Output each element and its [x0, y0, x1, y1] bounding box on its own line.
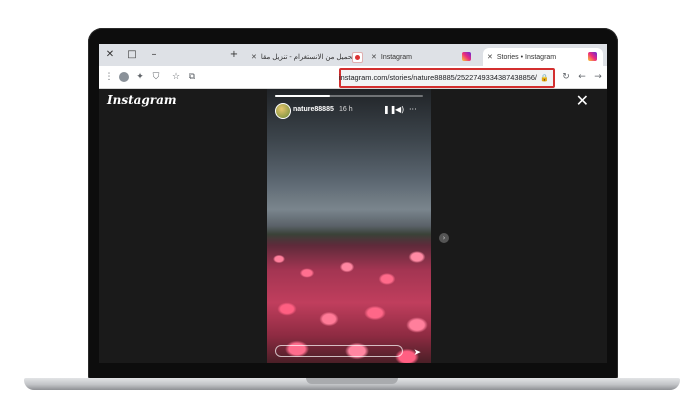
address-bar[interactable]: instagram.com/stories/nature88885/252274… [339, 68, 555, 88]
reply-input[interactable] [275, 345, 403, 357]
reading-list-icon[interactable]: ⧉ [185, 70, 199, 84]
instagram-story-page: Instagram ✕ nature88885 16 h ❚❚ ◀) ··· ➤… [99, 89, 607, 363]
minimize-window-icon[interactable]: – [147, 48, 161, 62]
tab-arabic-downloader[interactable]: ✕ التحميل من الانستغرام - تنزيل مقا [247, 48, 365, 66]
tab-instagram[interactable]: ✕ Instagram [367, 48, 477, 66]
instagram-icon [588, 52, 597, 61]
avatar[interactable] [275, 103, 291, 119]
tab-close-icon[interactable]: ✕ [487, 53, 493, 61]
red-heart-icon [352, 52, 363, 63]
browser-toolbar: ⋮ ✦ ⛉ ☆ ⧉ instagram.com/stories/nature88… [99, 66, 607, 89]
menu-dots-icon[interactable]: ⋮ [102, 70, 116, 84]
forward-icon[interactable]: ← [575, 70, 589, 84]
profile-icon[interactable] [117, 70, 131, 84]
instagram-icon [462, 52, 471, 61]
story-progress-fill [275, 95, 330, 97]
close-icon[interactable]: ✕ [576, 93, 589, 109]
tab-label: Instagram [380, 54, 412, 61]
send-icon[interactable]: ➤ [413, 348, 421, 358]
shield-extension-icon[interactable]: ⛉ [149, 70, 163, 84]
instagram-logo[interactable]: Instagram [107, 93, 177, 107]
bookmark-star-icon[interactable]: ☆ [169, 70, 183, 84]
story-progress-bar [275, 95, 423, 97]
tab-label: التحميل من الانستغرام - تنزيل مقا [260, 54, 359, 61]
extensions-puzzle-icon[interactable]: ✦ [133, 70, 147, 84]
tab-strip: ✕ □ – + ✕ التحميل من الانستغرام - تنزيل م… [99, 44, 607, 66]
tab-close-icon[interactable]: ✕ [371, 53, 377, 61]
close-window-icon[interactable]: ✕ [103, 48, 117, 62]
maximize-window-icon[interactable]: □ [125, 48, 139, 62]
tab-stories-instagram[interactable]: ✕ Stories • Instagram [483, 48, 603, 66]
lock-icon[interactable]: 🔒 [540, 73, 549, 83]
volume-icon[interactable]: ◀) [395, 104, 404, 116]
story-viewer[interactable]: nature88885 16 h ❚❚ ◀) ··· ➤ [267, 89, 431, 363]
reload-icon[interactable]: ↻ [559, 70, 573, 84]
story-timestamp: 16 h [339, 106, 353, 113]
tab-close-icon[interactable]: ✕ [251, 53, 257, 61]
address-url: instagram.com/stories/nature88885/252274… [338, 73, 537, 82]
new-tab-button[interactable]: + [227, 48, 241, 62]
browser-window: ✕ □ – + ✕ التحميل من الانستغرام - تنزيل م… [99, 44, 607, 363]
back-icon[interactable]: → [591, 70, 605, 84]
tab-label: Stories • Instagram [496, 54, 557, 61]
story-username[interactable]: nature88885 [293, 105, 334, 115]
laptop-notch [306, 378, 398, 384]
more-options-icon[interactable]: ··· [409, 104, 417, 116]
next-story-icon[interactable]: › [439, 233, 449, 243]
